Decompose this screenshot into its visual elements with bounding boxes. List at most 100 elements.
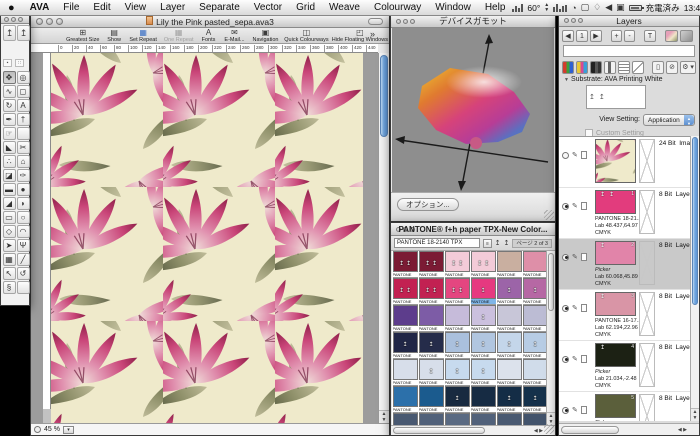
pantone-swatch[interactable]: ↥ — [471, 305, 496, 326]
edit-pencil-icon[interactable]: ✎ — [572, 253, 578, 261]
palette-close-button[interactable] — [4, 17, 9, 22]
layers-horizontal-scrollbar[interactable]: ◀ ▶ — [559, 423, 699, 435]
pantone-cell-r3c6[interactable]: PANTONE — [522, 305, 548, 332]
pantone-swatch[interactable]: ↥ — [471, 359, 496, 380]
pantone-swatch[interactable]: ↥↥ — [445, 278, 470, 299]
mini-tool-b-icon[interactable]: ∷ — [15, 59, 24, 67]
document-vertical-scrollbar[interactable]: ▲▼ — [378, 53, 389, 423]
app-menu-icon[interactable]: ▣ — [616, 2, 625, 13]
marked-color-b-icon[interactable]: ↥ — [17, 25, 30, 41]
pantone-swatch[interactable]: ↥ — [497, 278, 522, 299]
pantone-cell-r4c4[interactable]: ↥PANTONE — [470, 332, 496, 359]
temperature-widget[interactable]: 60° — [527, 3, 540, 13]
layer-page-icon[interactable] — [581, 406, 587, 414]
grayscale-view-button[interactable] — [680, 30, 693, 42]
palette-zoom-button[interactable] — [18, 17, 23, 22]
pantone-titlebar[interactable]: PANTONE® f+h paper TPX-New Color... — [391, 223, 555, 236]
cursor-tool[interactable]: ↖ — [3, 267, 16, 280]
pantone-cell-r1c3[interactable]: ↥↥PANTONE — [444, 251, 470, 278]
marquee-tool[interactable]: ◻ — [17, 85, 30, 98]
comb-tool[interactable]: Ψ — [17, 239, 30, 252]
toolbar-capsule-button[interactable] — [368, 18, 383, 25]
pantone-cell-r5c2[interactable]: ↥PANTONE — [418, 359, 444, 386]
pantone-swatch[interactable] — [497, 251, 522, 272]
mini-tool-a-icon[interactable]: ▪ — [3, 59, 12, 67]
halftone-lines-icon[interactable] — [618, 61, 630, 74]
pantone-swatch[interactable]: ↥ — [445, 359, 470, 380]
layer-mask-thumbnail[interactable] — [639, 292, 655, 336]
menu-item-edit[interactable]: Edit — [86, 0, 117, 16]
menu-item-layer[interactable]: Layer — [153, 0, 192, 16]
pantone-swatch[interactable]: ↥ — [523, 386, 548, 407]
layer-row-5[interactable]: ✎4↥PickerLab 21.034,-2.48CMYK8 Bit Layer… — [559, 341, 690, 392]
layer-row-3[interactable]: ✎2↥PickerLab 60.068,45.89CMYK8 Bit Layer… — [559, 239, 690, 290]
scroll-thumb[interactable] — [548, 253, 554, 311]
gamut-3d-view[interactable] — [392, 28, 554, 193]
pantone-swatch[interactable] — [445, 305, 470, 326]
pantone-swatch[interactable] — [497, 413, 522, 425]
zoom-tool[interactable]: ◎ — [17, 71, 30, 84]
layer-mask-thumbnail[interactable] — [639, 190, 655, 234]
pantone-swatch[interactable]: ↥ — [393, 332, 418, 353]
pantone-cell-r4c2[interactable]: ↥PANTONE — [418, 332, 444, 359]
layer-row-1[interactable]: ✎24 Bit Image — [559, 137, 690, 188]
pantone-cell-r1c2[interactable]: ↥↥PANTONE — [418, 251, 444, 278]
pantone-swatch[interactable] — [419, 305, 444, 326]
scroll-thumb[interactable] — [561, 426, 619, 434]
pantone-cell-r5c1[interactable]: PANTONE — [392, 359, 418, 386]
layer-visibility-radio[interactable] — [562, 356, 569, 363]
pantone-swatch[interactable] — [523, 305, 548, 326]
filled-ellipse-tool[interactable]: ● — [17, 183, 30, 196]
eraser-tool[interactable]: ◪ — [3, 169, 16, 182]
layer-visibility-radio[interactable] — [562, 407, 569, 414]
pantone-swatch[interactable] — [393, 386, 418, 407]
view-setting-popup[interactable]: Application▲▼ — [643, 114, 695, 126]
next-page-button[interactable]: ▶ — [590, 30, 602, 42]
shape-menu-icon[interactable]: ♢ — [593, 2, 601, 13]
polygon-tool[interactable]: ◇ — [3, 225, 16, 238]
pantone-cell-r1c5[interactable]: PANTONE — [496, 251, 522, 278]
ellipse-tool[interactable]: ○ — [17, 211, 30, 224]
scroll-arrows[interactable]: ▲▼ — [379, 410, 389, 423]
text-layer-button[interactable]: T — [644, 30, 656, 42]
layer-mask-thumbnail[interactable] — [639, 394, 655, 421]
pantone-swatch[interactable] — [523, 251, 548, 272]
pantone-cell-r2c1[interactable]: ↥↥PANTONE — [392, 278, 418, 305]
pantone-cell-r1c1[interactable]: ↥↥PANTONE — [392, 251, 418, 278]
volume-menu-icon[interactable]: ◀ — [605, 2, 612, 13]
pantone-cell-r6c2[interactable]: PANTONE — [418, 386, 444, 413]
apple-menu[interactable]: ● — [0, 0, 23, 16]
pantone-horizontal-scrollbar[interactable]: ◀ ▶ — [391, 425, 555, 435]
marked-color-a-icon[interactable]: ↥ — [3, 25, 16, 41]
battery-icon[interactable] — [629, 5, 642, 11]
pantone-swatch[interactable] — [497, 305, 522, 326]
pantone-swatch[interactable] — [419, 386, 444, 407]
layer-page-icon[interactable] — [581, 202, 587, 210]
pantone-swatch[interactable] — [471, 413, 496, 425]
zoom-level[interactable]: 45 % — [44, 426, 60, 433]
pantone-swatch[interactable] — [393, 413, 418, 425]
layer-visibility-radio[interactable] — [562, 305, 569, 312]
display-menu-icon[interactable]: ▢ — [581, 2, 590, 13]
spray-tool[interactable]: ∴ — [3, 155, 16, 168]
pantone-cell-r6c6[interactable]: ↥PANTONE — [522, 386, 548, 413]
document-titlebar[interactable]: Lily the Pink pasted_sepa.ava3 — [31, 15, 389, 28]
layer-page-icon[interactable] — [581, 304, 587, 312]
menu-item-help[interactable]: Help — [478, 0, 513, 16]
knife-tool[interactable]: ✂ — [17, 141, 30, 154]
layer-row-6[interactable]: ✎5PickerLab 38.333,-4.99CMYK8 Bit Layer … — [559, 392, 690, 421]
scroll-thumb[interactable] — [380, 55, 388, 137]
pantone-swatch[interactable]: ↥ — [523, 278, 548, 299]
grid-tool[interactable]: ▦ — [3, 253, 16, 266]
rounded-rect-tool[interactable]: ▭ — [3, 211, 16, 224]
pantone-cell-r7c3[interactable]: PANTONE — [444, 413, 470, 425]
menu-clock[interactable]: 13:43 8/20(火) — [684, 2, 700, 14]
pantone-cell-r6c4[interactable]: PANTONE — [470, 386, 496, 413]
fill-bucket-tool[interactable]: ◣ — [3, 141, 16, 154]
palette-minimize-button[interactable] — [11, 17, 16, 22]
pantone-cell-r1c4[interactable]: ↥↥PANTONE — [470, 251, 496, 278]
anchor-icon[interactable]: ↥ — [495, 239, 501, 248]
pantone-cell-r6c3[interactable]: ↥PANTONE — [444, 386, 470, 413]
eyedropper-tool[interactable]: ✒ — [3, 113, 16, 126]
layer-row-2[interactable]: ✎1↥↥PANTONE 18-21..Lab 48.437,64.97CMYK8… — [559, 188, 690, 239]
